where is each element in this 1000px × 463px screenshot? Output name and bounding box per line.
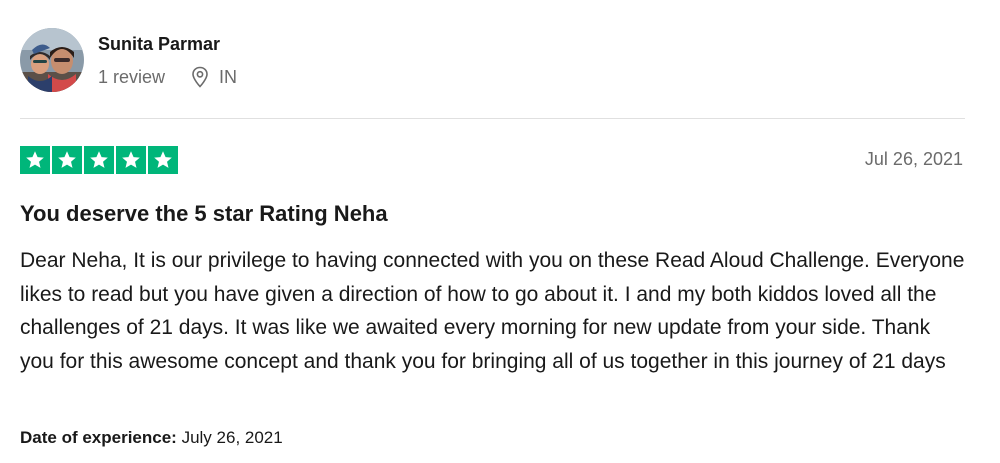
date-of-experience: Date of experience: July 26, 2021 [20,428,283,448]
location-pin-icon [192,66,208,88]
star-icon [148,146,178,174]
reviewer-name[interactable]: Sunita Parmar [98,34,220,55]
experience-date: July 26, 2021 [181,428,283,447]
divider [20,118,965,119]
review-body: Dear Neha, It is our privilege to having… [20,249,965,373]
review-count: 1 review [98,66,166,87]
avatar[interactable] [20,28,84,92]
star-icon [116,146,146,174]
review-card: Sunita Parmar 1 review IN Jul 26, 2021 Y… [0,0,1000,463]
star-icon [84,146,114,174]
star-icon [20,146,50,174]
avatar-photo [20,28,84,92]
star-rating [20,146,178,174]
experience-label: Date of experience: [20,428,177,447]
review-title[interactable]: You deserve the 5 star Rating Neha [20,201,388,227]
review-date: Jul 26, 2021 [864,149,963,169]
reviewer-country: IN [219,66,238,87]
star-icon [52,146,82,174]
reviewer-meta: 1 review IN [98,66,237,88]
